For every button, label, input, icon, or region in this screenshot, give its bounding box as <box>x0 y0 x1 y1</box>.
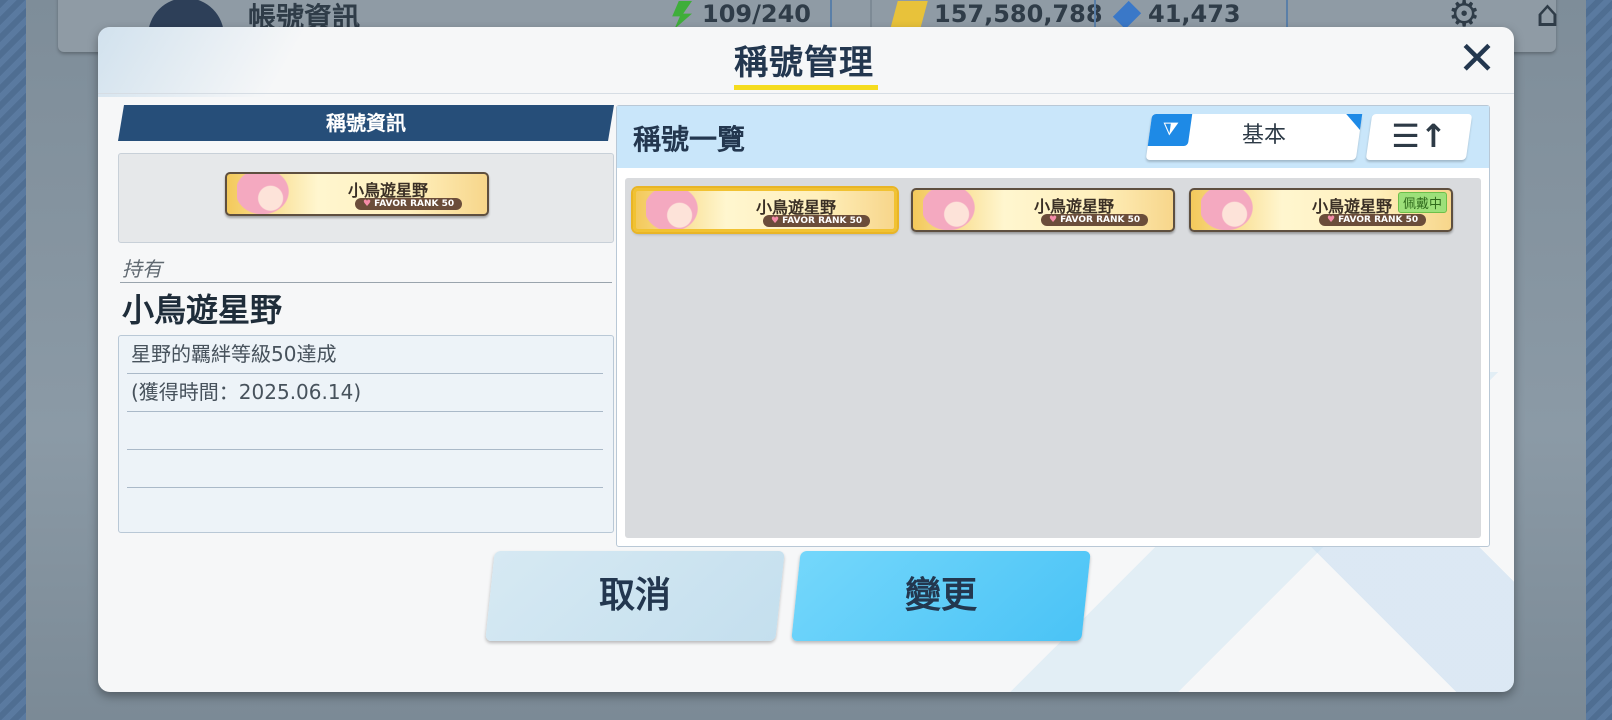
title-list-header: 稱號一覽 ⧩ 基本 ☰↑ <box>617 106 1489 168</box>
heart-icon: ♥ <box>1049 215 1058 225</box>
favor-rank-badge: ♥ FAVOR RANK 50 <box>1319 214 1427 226</box>
title-info-header: 稱號資訊 <box>118 105 614 141</box>
owned-label: 持有 <box>122 257 162 281</box>
title-card[interactable]: 小鳥遊星野 ♥ FAVOR RANK 50 <box>911 188 1175 232</box>
pyroxene-resource: 41,473 <box>1112 0 1241 30</box>
divider <box>1094 0 1096 30</box>
dialog-header: 稱號管理 ✕ <box>98 27 1514 94</box>
divider <box>870 0 872 30</box>
heart-icon: ♥ <box>363 199 372 209</box>
title-list-heading: 稱號一覽 <box>633 123 746 156</box>
character-portrait <box>237 174 293 214</box>
dialog-title: 稱號管理 <box>734 43 874 83</box>
home-icon: ⌂ <box>1536 0 1559 35</box>
sort-button[interactable]: ☰↑ <box>1365 114 1473 160</box>
title-description: 星野的羈絆等級50達成 (獲得時間：2025.06.14) <box>118 335 614 533</box>
heart-icon: ♥ <box>771 216 780 226</box>
pyroxene-icon <box>1112 0 1142 30</box>
title-underline <box>734 85 878 90</box>
title-list-panel: 稱號一覽 ⧩ 基本 ☰↑ 小鳥遊星野 ♥ FAVOR RANK 50 小鳥遊星野 … <box>616 105 1490 547</box>
cancel-button[interactable]: 取消 <box>485 551 785 641</box>
title-list-grid: 小鳥遊星野 ♥ FAVOR RANK 50 小鳥遊星野 ♥ FAVOR RANK 5… <box>625 178 1481 538</box>
description-line <box>127 450 603 488</box>
ap-resource: 109/240 <box>670 0 811 29</box>
close-icon: ✕ <box>1457 31 1497 85</box>
preview-title-card: 小鳥遊星野 ♥ FAVOR RANK 50 <box>225 172 489 216</box>
divider <box>120 282 612 283</box>
heart-icon: ♥ <box>1327 215 1336 225</box>
divider <box>830 0 832 30</box>
title-preview: 小鳥遊星野 ♥ FAVOR RANK 50 <box>118 153 614 243</box>
description-line <box>127 488 603 526</box>
title-card[interactable]: 小鳥遊星野 ♥ FAVOR RANK 50 佩戴中 <box>1189 188 1453 232</box>
credit-icon <box>890 1 928 29</box>
title-card[interactable]: 小鳥遊星野 ♥ FAVOR RANK 50 <box>633 188 897 232</box>
change-button-label: 變更 <box>904 575 977 616</box>
credit-resource: 157,580,788 <box>890 0 1103 29</box>
filter-label: 基本 <box>1241 123 1286 148</box>
change-button[interactable]: 變更 <box>791 551 1091 641</box>
character-portrait <box>923 190 979 230</box>
close-button[interactable]: ✕ <box>1454 35 1500 83</box>
favor-rank-badge: ♥ FAVOR RANK 50 <box>763 215 871 227</box>
title-management-dialog: 稱號管理 ✕ 稱號資訊 小鳥遊星野 ♥ FAVOR RANK 50 持有 小鳥遊星… <box>98 27 1514 692</box>
favor-rank-badge: ♥ FAVOR RANK 50 <box>355 198 463 210</box>
filter-button[interactable]: ⧩ 基本 <box>1145 114 1363 160</box>
character-portrait <box>646 191 702 229</box>
description-line <box>127 412 603 450</box>
ap-icon <box>672 1 692 29</box>
character-portrait <box>1201 190 1257 230</box>
description-line: (獲得時間：2025.06.14) <box>127 374 603 412</box>
owned-title-name: 小鳥遊星野 <box>122 291 283 329</box>
cancel-button-label: 取消 <box>598 575 671 616</box>
favor-rank-badge: ♥ FAVOR RANK 50 <box>1041 214 1149 226</box>
divider <box>1286 0 1288 30</box>
sort-ascending-icon: ☰↑ <box>1391 117 1447 155</box>
equipped-badge: 佩戴中 <box>1397 192 1447 213</box>
description-line: 星野的羈絆等級50達成 <box>127 336 603 374</box>
